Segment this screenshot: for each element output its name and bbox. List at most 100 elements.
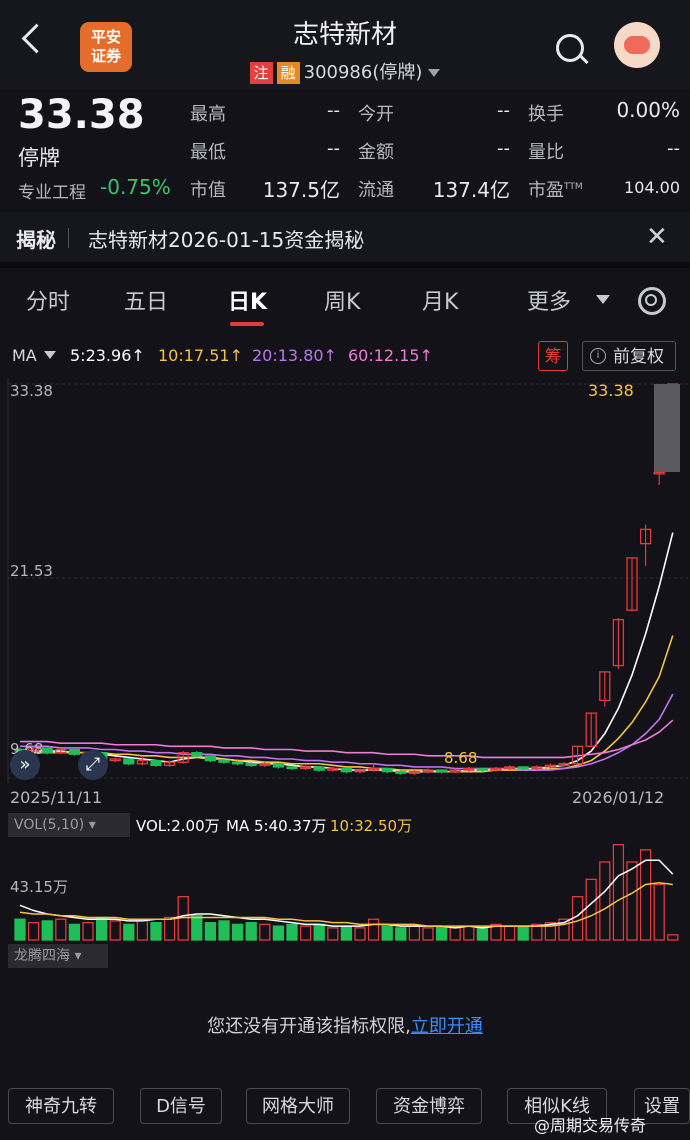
candle-body: [231, 761, 244, 765]
volume-bar: [503, 925, 516, 941]
grid-master-button[interactable]: 网格大师: [246, 1088, 350, 1124]
volume-bar: [313, 923, 325, 941]
tab-intraday[interactable]: 分时: [26, 284, 70, 316]
reveal-label: 揭秘: [16, 228, 56, 252]
candle-body: [218, 759, 230, 763]
float-cap-label: 流通: [358, 180, 394, 201]
volume-bar: [82, 922, 94, 941]
volume-bar: [299, 925, 312, 941]
volume-bar: [27, 922, 40, 941]
ma5-value: 5:23.96↑: [70, 346, 145, 365]
volume-bar: [150, 922, 162, 941]
date-end: 2026/01/12: [572, 788, 665, 807]
volume-bar: [286, 923, 298, 941]
amount-label: 金额: [358, 142, 394, 163]
volume-bar: [41, 920, 53, 941]
vol-ma10-value: 10:32.50万: [330, 817, 413, 835]
market-cap-label: 市值: [190, 180, 226, 201]
y-axis-max: 33.38: [10, 382, 53, 400]
candle-body: [68, 748, 81, 755]
volume-bar: [259, 923, 271, 941]
volume-ratio-value: --: [667, 138, 680, 159]
d-signal-button[interactable]: D信号: [140, 1088, 222, 1124]
volume-bar: [626, 861, 638, 941]
open-now-link[interactable]: 立即开通: [411, 1016, 483, 1037]
kline-chart[interactable]: [0, 378, 690, 808]
low-label: 最低: [190, 142, 226, 163]
tab-monthly-k[interactable]: 月K: [422, 284, 458, 316]
magic-nine-button[interactable]: 神奇九转: [8, 1088, 114, 1124]
turnover-label: 换手: [528, 104, 564, 125]
ma-line-ma10: [20, 635, 674, 773]
volume-bar: [585, 878, 597, 941]
open-value: --: [497, 100, 510, 121]
tab-daily-k[interactable]: 日K: [228, 284, 267, 316]
tab-more[interactable]: 更多: [527, 284, 571, 316]
more-caret-icon: [596, 295, 610, 304]
candle-body: [517, 766, 529, 770]
volume-bar: [463, 925, 475, 941]
volume-bar: [163, 916, 176, 941]
volume-bar: [14, 918, 26, 941]
fullscreen-icon[interactable]: ⤢: [78, 750, 108, 780]
current-price: 33.38: [18, 92, 145, 138]
candle-body: [204, 755, 217, 762]
tab-five-day[interactable]: 五日: [124, 284, 168, 316]
candle-body: [191, 752, 203, 757]
reveal-separator: [68, 228, 69, 248]
close-icon[interactable]: ✕: [646, 222, 668, 252]
gear-icon-inner: [645, 294, 657, 306]
volume-bar: [422, 927, 434, 941]
amount-value: --: [497, 138, 510, 159]
volume-bar: [136, 918, 149, 941]
avatar[interactable]: [614, 22, 660, 68]
candle-body: [340, 767, 353, 773]
no-permission-text: 您还没有开通该指标权限,: [207, 1016, 411, 1037]
volume-bar: [599, 861, 611, 941]
high-value: --: [327, 100, 340, 121]
info-icon: i: [590, 348, 606, 364]
tab-weekly-k[interactable]: 周K: [324, 284, 360, 316]
industry-label[interactable]: 专业工程: [18, 178, 86, 203]
vol-indicator-selector[interactable]: VOL(5,10) ▾: [8, 813, 130, 837]
avatar-face: [624, 36, 650, 54]
turnover-value: 0.00%: [616, 98, 680, 122]
pe-label-text: 市盈: [528, 180, 564, 201]
industry-change: -0.75%: [100, 175, 171, 199]
chip-distribution-button[interactable]: 筹: [538, 341, 568, 371]
volume-bar: [68, 923, 81, 941]
volume-ma-lines: [19, 859, 674, 929]
ma20-value: 20:13.80↑: [252, 346, 337, 365]
section-divider: [0, 262, 690, 268]
candle-body: [286, 766, 298, 770]
volume-bar: [517, 925, 529, 941]
active-tab-indicator: [230, 322, 264, 326]
volume-ratio-label: 量比: [528, 142, 564, 163]
high-label: 最高: [190, 104, 226, 125]
high-price-marker: 33.38: [588, 381, 634, 400]
volume-bar: [408, 925, 421, 941]
volume-bar: [245, 922, 257, 941]
candle-body: [123, 758, 135, 765]
volume-bar: [395, 927, 407, 941]
suspension-status: (停牌): [372, 62, 423, 83]
capital-game-button[interactable]: 资金博弈: [376, 1088, 482, 1124]
candle-body: [245, 763, 257, 766]
volume-bar: [476, 927, 489, 941]
reveal-text[interactable]: 志特新材2026-01-15资金揭秘: [88, 224, 364, 253]
pe-value: 104.00: [624, 178, 680, 197]
volume-bar: [55, 918, 67, 941]
ma-selector[interactable]: MA: [12, 346, 37, 365]
kline-ma-lines: [20, 532, 674, 773]
indicator-selector[interactable]: 龙腾四海 ▾: [8, 944, 108, 968]
candle-body: [476, 767, 489, 771]
candle-body: [381, 767, 393, 773]
volume-axis-label: 43.15万: [10, 878, 68, 896]
dropdown-caret-icon: [428, 69, 441, 77]
ma-caret-icon: [44, 351, 56, 359]
latest-price-highlight: [654, 384, 680, 472]
expand-left-icon[interactable]: »: [10, 750, 40, 780]
registration-tag: 注: [249, 62, 273, 84]
indicator-selector-label: 龙腾四海: [14, 948, 70, 964]
volume-bar: [667, 934, 679, 941]
